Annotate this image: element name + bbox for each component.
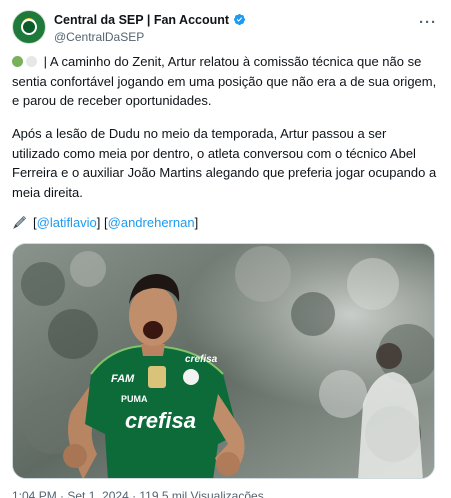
more-options-button[interactable]: ··· (419, 14, 437, 31)
credits-line: [@latiflavio] [@andrehernan] (12, 213, 437, 233)
bracket-close: ] (194, 215, 199, 230)
jersey-brand-text: PUMA (121, 394, 148, 404)
jersey-collar-text: crefisa (185, 354, 218, 365)
display-name[interactable]: Central da SEP | Fan Account (54, 13, 229, 27)
tweet-card: Central da SEP | Fan Account @CentralDaS… (0, 0, 451, 498)
jersey-sleeve-text: FAM (111, 373, 135, 385)
mention-latiflavio[interactable]: @latiflavio (37, 213, 97, 233)
timestamp-line[interactable]: 1:04 PM · Set 1, 2024 · 119.5 mil Visual… (12, 489, 264, 498)
tweet-header: Central da SEP | Fan Account @CentralDaS… (12, 8, 439, 48)
green-circle-icon (12, 56, 23, 67)
crest-icon (21, 19, 37, 35)
paragraph-2: Após a lesão de Dudu no meio da temporad… (12, 126, 437, 200)
avatar[interactable] (12, 10, 46, 44)
tweet-photo[interactable]: crefisa FAM crefisa PUMA (12, 243, 435, 479)
mention-andrehernan[interactable]: @andrehernan (108, 213, 195, 233)
bracket-separator: ] [ (96, 215, 108, 230)
handle[interactable]: @CentralDaSEP (54, 30, 246, 44)
white-circle-icon (26, 56, 37, 67)
player-celebration-image: crefisa FAM crefisa PUMA (13, 244, 434, 478)
pen-icon (13, 216, 27, 230)
paragraph-1: | A caminho do Zenit, Artur relatou à co… (12, 52, 437, 111)
display-row: Central da SEP | Fan Account (54, 11, 246, 28)
author-names: Central da SEP | Fan Account @CentralDaS… (54, 11, 246, 44)
verified-badge-icon (234, 13, 246, 26)
paragraph-1-text: | A caminho do Zenit, Artur relatou à co… (12, 54, 437, 108)
jersey-sponsor-text: crefisa (125, 408, 196, 433)
